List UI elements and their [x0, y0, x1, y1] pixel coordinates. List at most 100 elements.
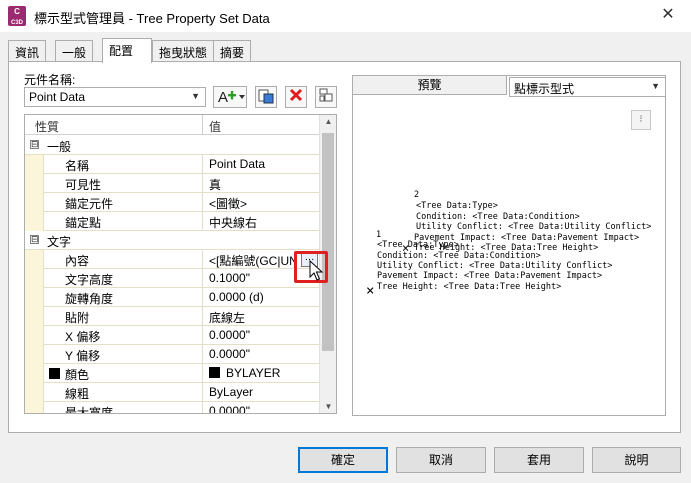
row-separator	[202, 364, 203, 383]
draw-order-icon	[319, 88, 333, 102]
column-divider[interactable]	[202, 115, 203, 135]
property-name: 線粗	[65, 387, 90, 401]
property-value[interactable]: ByLayer	[209, 385, 253, 399]
row-indent	[25, 212, 43, 231]
category-label: 文字	[47, 235, 72, 249]
property-name: 貼附	[65, 311, 90, 325]
property-row[interactable]: 名稱 Point Data	[25, 155, 321, 174]
property-row-color[interactable]: 顏色 BYLAYER	[25, 364, 321, 383]
close-icon: ✕	[661, 6, 675, 23]
component-name-select[interactable]: Point Data ▼	[24, 87, 206, 107]
category-row-text[interactable]: ⊟ 文字	[25, 231, 321, 250]
component-name-value: Point Data	[29, 90, 86, 104]
add-component-icon: A	[218, 89, 245, 106]
property-value[interactable]: 底線左	[209, 309, 245, 326]
help-button[interactable]: 說明	[592, 447, 681, 473]
scroll-thumb[interactable]	[322, 133, 334, 351]
property-row[interactable]: 可見性 真	[25, 174, 321, 193]
row-separator	[202, 307, 203, 326]
property-row[interactable]: 錨定元件 <圖徵>	[25, 193, 321, 212]
close-button[interactable]: ✕	[645, 0, 691, 32]
row-separator	[202, 212, 203, 231]
property-row[interactable]: 最大寬度 0.0000"	[25, 402, 321, 414]
preview-style-select[interactable]: 點標示型式 ▼	[509, 77, 666, 97]
add-component-button[interactable]: A	[213, 86, 247, 108]
tab-general[interactable]: 一般	[55, 40, 94, 62]
property-value[interactable]: 0.0000"	[209, 347, 250, 361]
property-value[interactable]: Point Data	[209, 157, 265, 171]
property-name: 顏色	[65, 368, 90, 382]
property-value[interactable]: 0.1000"	[209, 271, 250, 285]
property-value[interactable]: <[點編號(GC|UN	[209, 252, 298, 269]
delete-component-button[interactable]	[285, 86, 307, 108]
collapse-icon[interactable]: ⊟	[30, 235, 39, 244]
property-row[interactable]: 線粗 ByLayer	[25, 383, 321, 402]
preview-label-1-line: <Tree Data:Type>	[377, 240, 459, 250]
property-row[interactable]: 文字高度 0.1000"	[25, 269, 321, 288]
frame-icon: ⁝	[639, 114, 643, 125]
property-row[interactable]: X 偏移 0.0000"	[25, 326, 321, 345]
apply-button[interactable]: 套用	[494, 447, 584, 473]
property-value[interactable]: 0.0000"	[209, 404, 250, 413]
row-separator	[202, 345, 203, 364]
preview-label-2-line: <Tree Data:Type>	[416, 201, 498, 211]
tab-dragged-state[interactable]: 拖曳狀態	[152, 40, 215, 62]
point-marker-icon: ×	[402, 241, 410, 255]
property-name: 錨定元件	[65, 197, 114, 211]
ok-button[interactable]: 確定	[298, 447, 388, 473]
category-row-general[interactable]: ⊟ 一般	[25, 136, 321, 155]
tab-summary[interactable]: 摘要	[213, 40, 252, 62]
preview-label-1-line: Utility Conflict: <Tree Data:Utility Con…	[377, 261, 613, 271]
row-separator	[202, 155, 203, 174]
preview-view-button[interactable]: ⁝	[631, 110, 651, 130]
collapse-icon[interactable]: ⊟	[30, 140, 39, 149]
row-separator	[202, 402, 203, 413]
preview-label-1-line: 1	[376, 230, 382, 240]
property-value[interactable]: 真	[209, 176, 221, 193]
property-row[interactable]: 貼附 底線左	[25, 307, 321, 326]
property-name: 文字高度	[65, 273, 114, 287]
property-row[interactable]: Y 偏移 0.0000"	[25, 345, 321, 364]
row-separator	[202, 383, 203, 402]
scroll-up-icon[interactable]: ▲	[320, 117, 336, 126]
property-value-color[interactable]: BYLAYER	[209, 366, 280, 380]
row-indent	[25, 288, 43, 307]
property-row-contents[interactable]: 內容 <[點編號(GC|UN …	[25, 250, 321, 269]
property-value[interactable]: 0.0000"	[209, 328, 250, 342]
window-title: 標示型式管理員 - Tree Property Set Data	[34, 11, 270, 26]
chevron-down-icon: ▼	[651, 81, 660, 91]
row-indent	[25, 345, 43, 364]
preview-style-value: 點標示型式	[514, 82, 575, 96]
property-value[interactable]: 中央線右	[209, 214, 257, 231]
property-name: 最大寬度	[65, 406, 114, 414]
property-value[interactable]: <圖徵>	[209, 195, 247, 212]
row-separator	[202, 326, 203, 345]
property-row[interactable]: 旋轉角度 0.0000 (d)	[25, 288, 321, 307]
tab-layout[interactable]: 配置	[102, 38, 152, 63]
preview-label-2-line: Condition: <Tree Data:Condition>	[416, 212, 580, 222]
row-separator	[202, 250, 203, 269]
row-indent	[25, 402, 43, 413]
property-name: 錨定點	[65, 216, 102, 230]
cancel-button[interactable]: 取消	[396, 447, 486, 473]
tab-info[interactable]: 資訊	[8, 40, 47, 62]
preview-label: 預覽	[352, 75, 507, 95]
civil3d-app-icon: C C3D	[8, 6, 26, 26]
delete-icon	[289, 88, 303, 102]
draw-order-button[interactable]	[315, 86, 337, 108]
chevron-down-icon: ▼	[191, 91, 200, 101]
color-swatch-icon	[49, 368, 60, 379]
preview-label-1-line: Pavement Impact: <Tree Data:Pavement Imp…	[377, 271, 603, 281]
copy-component-icon	[258, 89, 274, 104]
scroll-down-icon[interactable]: ▼	[320, 402, 336, 411]
row-indent	[25, 383, 43, 402]
row-indent	[25, 193, 43, 212]
column-header-value[interactable]: 值	[209, 118, 221, 135]
row-indent	[25, 250, 43, 269]
copy-component-button[interactable]	[255, 86, 277, 108]
property-value[interactable]: 0.0000 (d)	[209, 290, 264, 304]
property-name: 旋轉角度	[65, 292, 114, 306]
component-name-label: 元件名稱:	[24, 73, 76, 87]
column-header-property[interactable]: 性質	[35, 118, 59, 135]
property-row[interactable]: 錨定點 中央線右	[25, 212, 321, 231]
